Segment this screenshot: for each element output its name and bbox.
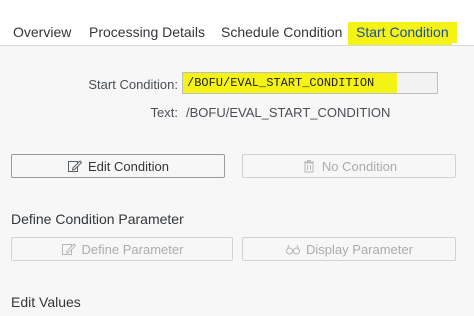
trash-icon (301, 158, 317, 174)
start-condition-value: /BOFU/EVAL_START_CONDITION (187, 76, 375, 90)
define-parameter-label: Define Parameter (81, 241, 184, 257)
tab-schedule-condition[interactable]: Schedule Condition (221, 24, 342, 40)
display-parameter-button[interactable]: Display Parameter (242, 237, 456, 261)
tab-processing-details[interactable]: Processing Details (89, 24, 205, 40)
tab-bar: Overview Processing Details Schedule Con… (0, 0, 474, 46)
tab-start-condition[interactable]: Start Condition (348, 22, 457, 43)
edit-values-heading: Edit Values (11, 294, 81, 310)
define-parameter-button[interactable]: Define Parameter (11, 237, 233, 261)
tab-overview[interactable]: Overview (13, 24, 71, 40)
no-condition-button[interactable]: No Condition (242, 154, 456, 178)
edit-condition-label: Edit Condition (88, 158, 169, 174)
start-condition-label: Start Condition: (88, 77, 178, 92)
display-parameter-label: Display Parameter (306, 241, 413, 257)
edit-icon (61, 241, 77, 257)
edit-condition-button[interactable]: Edit Condition (11, 154, 225, 178)
no-condition-label: No Condition (321, 158, 398, 174)
selected-tab-indicator (348, 42, 452, 45)
glasses-icon (285, 241, 301, 257)
define-condition-parameter-heading: Define Condition Parameter (11, 211, 184, 227)
text-value: /BOFU/EVAL_START_CONDITION (186, 105, 391, 120)
start-condition-field[interactable]: /BOFU/EVAL_START_CONDITION (182, 72, 438, 94)
text-label: Text: (150, 105, 178, 120)
start-condition-panel: Start Condition: /BOFU/EVAL_START_CONDIT… (0, 46, 474, 316)
edit-icon (67, 158, 83, 174)
